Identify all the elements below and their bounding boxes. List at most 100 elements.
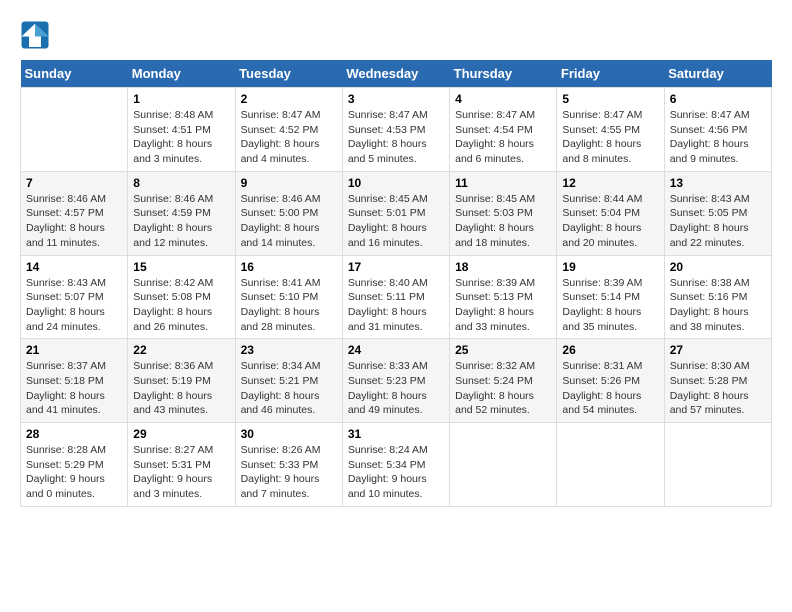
day-info: Sunrise: 8:46 AM Sunset: 4:57 PM Dayligh… bbox=[26, 192, 122, 251]
weekday-header-row: SundayMondayTuesdayWednesdayThursdayFrid… bbox=[21, 60, 772, 88]
day-info: Sunrise: 8:42 AM Sunset: 5:08 PM Dayligh… bbox=[133, 276, 229, 335]
day-number: 26 bbox=[562, 343, 658, 357]
calendar-cell: 6Sunrise: 8:47 AM Sunset: 4:56 PM Daylig… bbox=[664, 88, 771, 172]
day-info: Sunrise: 8:39 AM Sunset: 5:13 PM Dayligh… bbox=[455, 276, 551, 335]
day-info: Sunrise: 8:24 AM Sunset: 5:34 PM Dayligh… bbox=[348, 443, 444, 502]
day-number: 30 bbox=[241, 427, 337, 441]
calendar-cell: 7 Sunrise: 8:46 AM Sunset: 4:57 PM Daylig… bbox=[21, 171, 128, 255]
day-info: Sunrise: 8:26 AM Sunset: 5:33 PM Dayligh… bbox=[241, 443, 337, 502]
calendar-cell: 12 Sunrise: 8:44 AM Sunset: 5:04 PM Dayli… bbox=[557, 171, 664, 255]
day-number: 3 bbox=[348, 92, 444, 106]
calendar-cell: 30 Sunrise: 8:26 AM Sunset: 5:33 PM Dayli… bbox=[235, 423, 342, 507]
calendar-cell: 21 Sunrise: 8:37 AM Sunset: 5:18 PM Dayli… bbox=[21, 339, 128, 423]
day-number: 12 bbox=[562, 176, 658, 190]
calendar-week-row: 1 Sunrise: 8:48 AM Sunset: 4:51 PM Daylig… bbox=[21, 88, 772, 172]
weekday-header-tuesday: Tuesday bbox=[235, 60, 342, 88]
day-info: Sunrise: 8:27 AM Sunset: 5:31 PM Dayligh… bbox=[133, 443, 229, 502]
calendar-cell: 16 Sunrise: 8:41 AM Sunset: 5:10 PM Dayli… bbox=[235, 255, 342, 339]
day-number: 11 bbox=[455, 176, 551, 190]
day-info: Sunrise: 8:43 AM Sunset: 5:07 PM Dayligh… bbox=[26, 276, 122, 335]
calendar-cell: 25 Sunrise: 8:32 AM Sunset: 5:24 PM Dayli… bbox=[450, 339, 557, 423]
day-info: Sunrise: 8:47 AM Sunset: 4:54 PM Dayligh… bbox=[455, 108, 551, 167]
weekday-header-sunday: Sunday bbox=[21, 60, 128, 88]
calendar-cell: 1 Sunrise: 8:48 AM Sunset: 4:51 PM Daylig… bbox=[128, 88, 235, 172]
calendar-week-row: 7 Sunrise: 8:46 AM Sunset: 4:57 PM Daylig… bbox=[21, 171, 772, 255]
day-info: Sunrise: 8:47 AM Sunset: 4:55 PM Dayligh… bbox=[562, 108, 658, 167]
day-info: Sunrise: 8:45 AM Sunset: 5:01 PM Dayligh… bbox=[348, 192, 444, 251]
calendar-cell: 5 Sunrise: 8:47 AM Sunset: 4:55 PM Daylig… bbox=[557, 88, 664, 172]
calendar-cell: 18 Sunrise: 8:39 AM Sunset: 5:13 PM Dayli… bbox=[450, 255, 557, 339]
calendar-cell: 29 Sunrise: 8:27 AM Sunset: 5:31 PM Dayli… bbox=[128, 423, 235, 507]
calendar-cell: 9 Sunrise: 8:46 AM Sunset: 5:00 PM Daylig… bbox=[235, 171, 342, 255]
day-info: Sunrise: 8:44 AM Sunset: 5:04 PM Dayligh… bbox=[562, 192, 658, 251]
calendar-table: SundayMondayTuesdayWednesdayThursdayFrid… bbox=[20, 60, 772, 507]
day-info: Sunrise: 8:39 AM Sunset: 5:14 PM Dayligh… bbox=[562, 276, 658, 335]
day-number: 31 bbox=[348, 427, 444, 441]
logo-icon bbox=[20, 20, 50, 50]
day-info: Sunrise: 8:47 AM Sunset: 4:56 PM Dayligh… bbox=[670, 108, 766, 167]
day-info: Sunrise: 8:45 AM Sunset: 5:03 PM Dayligh… bbox=[455, 192, 551, 251]
calendar-cell: 23 Sunrise: 8:34 AM Sunset: 5:21 PM Dayli… bbox=[235, 339, 342, 423]
weekday-header-wednesday: Wednesday bbox=[342, 60, 449, 88]
day-number: 1 bbox=[133, 92, 229, 106]
day-number: 2 bbox=[241, 92, 337, 106]
day-info: Sunrise: 8:36 AM Sunset: 5:19 PM Dayligh… bbox=[133, 359, 229, 418]
day-info: Sunrise: 8:48 AM Sunset: 4:51 PM Dayligh… bbox=[133, 108, 229, 167]
calendar-cell: 22 Sunrise: 8:36 AM Sunset: 5:19 PM Dayli… bbox=[128, 339, 235, 423]
calendar-cell: 10 Sunrise: 8:45 AM Sunset: 5:01 PM Dayli… bbox=[342, 171, 449, 255]
calendar-cell: 13Sunrise: 8:43 AM Sunset: 5:05 PM Dayli… bbox=[664, 171, 771, 255]
day-number: 10 bbox=[348, 176, 444, 190]
day-number: 4 bbox=[455, 92, 551, 106]
weekday-header-friday: Friday bbox=[557, 60, 664, 88]
calendar-cell: 8Sunrise: 8:46 AM Sunset: 4:59 PM Daylig… bbox=[128, 171, 235, 255]
calendar-week-row: 21 Sunrise: 8:37 AM Sunset: 5:18 PM Dayli… bbox=[21, 339, 772, 423]
day-number: 5 bbox=[562, 92, 658, 106]
day-info: Sunrise: 8:46 AM Sunset: 4:59 PM Dayligh… bbox=[133, 192, 229, 251]
day-info: Sunrise: 8:32 AM Sunset: 5:24 PM Dayligh… bbox=[455, 359, 551, 418]
day-info: Sunrise: 8:47 AM Sunset: 4:52 PM Dayligh… bbox=[241, 108, 337, 167]
day-number: 9 bbox=[241, 176, 337, 190]
calendar-cell: 24Sunrise: 8:33 AM Sunset: 5:23 PM Dayli… bbox=[342, 339, 449, 423]
day-number: 7 bbox=[26, 176, 122, 190]
calendar-cell: 3 Sunrise: 8:47 AM Sunset: 4:53 PM Daylig… bbox=[342, 88, 449, 172]
day-info: Sunrise: 8:47 AM Sunset: 4:53 PM Dayligh… bbox=[348, 108, 444, 167]
day-info: Sunrise: 8:43 AM Sunset: 5:05 PM Dayligh… bbox=[670, 192, 766, 251]
day-number: 14 bbox=[26, 260, 122, 274]
page-header bbox=[20, 20, 772, 50]
day-number: 23 bbox=[241, 343, 337, 357]
calendar-cell: 28 Sunrise: 8:28 AM Sunset: 5:29 PM Dayli… bbox=[21, 423, 128, 507]
day-number: 22 bbox=[133, 343, 229, 357]
calendar-cell: 4 Sunrise: 8:47 AM Sunset: 4:54 PM Daylig… bbox=[450, 88, 557, 172]
day-number: 15 bbox=[133, 260, 229, 274]
calendar-cell bbox=[450, 423, 557, 507]
weekday-header-monday: Monday bbox=[128, 60, 235, 88]
day-info: Sunrise: 8:33 AM Sunset: 5:23 PM Dayligh… bbox=[348, 359, 444, 418]
calendar-week-row: 28 Sunrise: 8:28 AM Sunset: 5:29 PM Dayli… bbox=[21, 423, 772, 507]
day-number: 25 bbox=[455, 343, 551, 357]
day-number: 18 bbox=[455, 260, 551, 274]
weekday-header-saturday: Saturday bbox=[664, 60, 771, 88]
day-number: 21 bbox=[26, 343, 122, 357]
day-info: Sunrise: 8:38 AM Sunset: 5:16 PM Dayligh… bbox=[670, 276, 766, 335]
calendar-cell: 14 Sunrise: 8:43 AM Sunset: 5:07 PM Dayli… bbox=[21, 255, 128, 339]
calendar-cell: 20 Sunrise: 8:38 AM Sunset: 5:16 PM Dayli… bbox=[664, 255, 771, 339]
logo bbox=[20, 20, 54, 50]
day-number: 16 bbox=[241, 260, 337, 274]
day-info: Sunrise: 8:40 AM Sunset: 5:11 PM Dayligh… bbox=[348, 276, 444, 335]
day-info: Sunrise: 8:46 AM Sunset: 5:00 PM Dayligh… bbox=[241, 192, 337, 251]
calendar-cell: 11 Sunrise: 8:45 AM Sunset: 5:03 PM Dayli… bbox=[450, 171, 557, 255]
day-number: 20 bbox=[670, 260, 766, 274]
calendar-cell: 19Sunrise: 8:39 AM Sunset: 5:14 PM Dayli… bbox=[557, 255, 664, 339]
day-info: Sunrise: 8:28 AM Sunset: 5:29 PM Dayligh… bbox=[26, 443, 122, 502]
calendar-cell: 17Sunrise: 8:40 AM Sunset: 5:11 PM Dayli… bbox=[342, 255, 449, 339]
day-info: Sunrise: 8:37 AM Sunset: 5:18 PM Dayligh… bbox=[26, 359, 122, 418]
day-info: Sunrise: 8:31 AM Sunset: 5:26 PM Dayligh… bbox=[562, 359, 658, 418]
day-info: Sunrise: 8:34 AM Sunset: 5:21 PM Dayligh… bbox=[241, 359, 337, 418]
calendar-cell: 26 Sunrise: 8:31 AM Sunset: 5:26 PM Dayli… bbox=[557, 339, 664, 423]
calendar-cell: 31 Sunrise: 8:24 AM Sunset: 5:34 PM Dayli… bbox=[342, 423, 449, 507]
day-number: 28 bbox=[26, 427, 122, 441]
day-number: 29 bbox=[133, 427, 229, 441]
day-info: Sunrise: 8:41 AM Sunset: 5:10 PM Dayligh… bbox=[241, 276, 337, 335]
day-number: 27 bbox=[670, 343, 766, 357]
calendar-cell bbox=[557, 423, 664, 507]
